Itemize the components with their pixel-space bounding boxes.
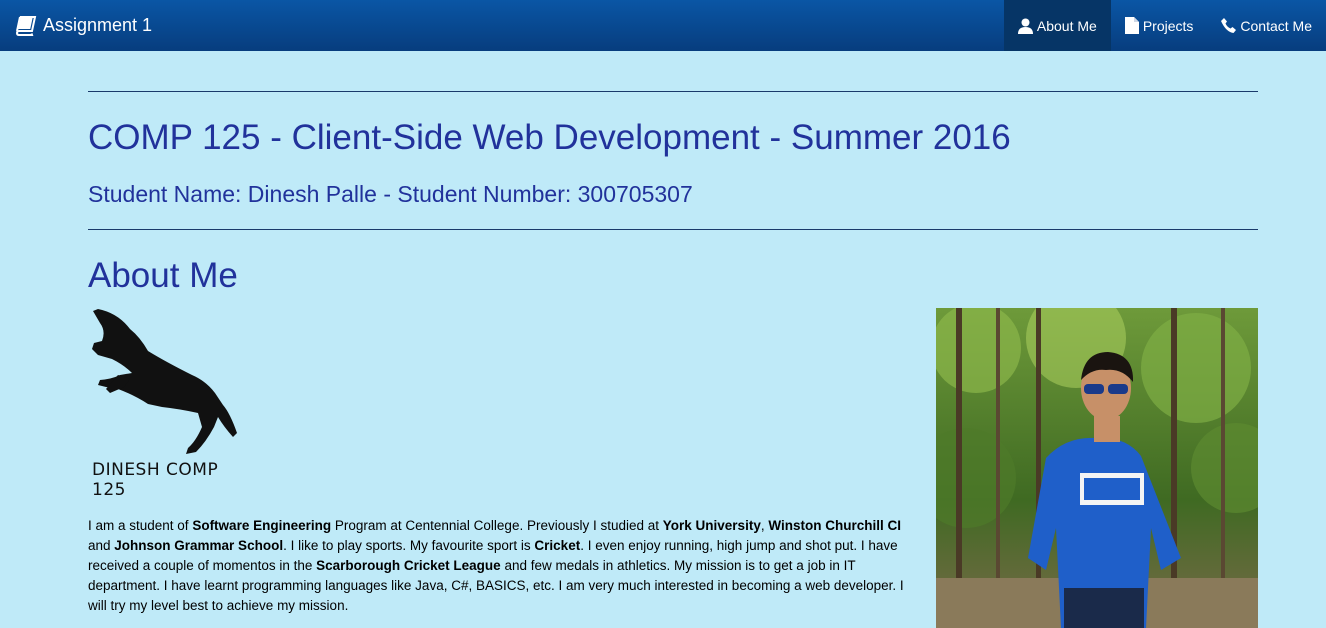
top-divider [88, 91, 1258, 92]
brand-link[interactable]: Assignment 1 [15, 15, 152, 36]
navbar: Assignment 1 About Me Projects Contact M… [0, 0, 1326, 51]
about-heading: About Me [88, 256, 238, 295]
bio-text: Program at Centennial College. Previousl… [331, 518, 663, 533]
bio-paragraph: I am a student of Software Engineering P… [88, 516, 918, 616]
bio-highlight: Winston Churchill CI [768, 518, 901, 533]
bio-highlight: Scarborough Cricket League [316, 558, 501, 573]
bio-highlight: Cricket [534, 538, 581, 553]
nav-menu: About Me Projects Contact Me [1003, 0, 1326, 51]
user-icon [1017, 18, 1033, 34]
nav-about-me-label: About Me [1036, 17, 1097, 34]
nav-contact-me[interactable]: Contact Me [1207, 0, 1326, 51]
file-icon [1124, 17, 1139, 34]
bio-highlight: Software Engineering [192, 518, 332, 533]
logo-text: DINESH COMP 125 [92, 460, 219, 500]
bio-highlight: Johnson Grammar School [114, 538, 284, 553]
horse-logo-icon [92, 309, 237, 454]
nav-about-me[interactable]: About Me [1003, 0, 1111, 51]
bio-text: and [88, 538, 115, 553]
nav-projects-label: Projects [1142, 17, 1194, 34]
profile-photo [936, 308, 1258, 628]
book-icon [15, 15, 37, 36]
bio-text: . I like to play sports. My favourite sp… [283, 538, 535, 553]
student-info: Student Name: Dinesh Palle - Student Num… [88, 181, 693, 207]
bottom-divider [88, 229, 1258, 230]
nav-projects[interactable]: Projects [1111, 0, 1208, 51]
phone-icon [1221, 18, 1237, 33]
profile-photo-image [936, 308, 1258, 628]
logo: DINESH COMP 125 [88, 307, 248, 500]
nav-contact-me-label: Contact Me [1240, 17, 1312, 34]
page-title: COMP 125 - Client-Side Web Development -… [88, 118, 1011, 157]
bio-text: I am a student of [88, 518, 193, 533]
brand-label: Assignment 1 [43, 15, 153, 35]
bio-highlight: York University [662, 518, 761, 533]
